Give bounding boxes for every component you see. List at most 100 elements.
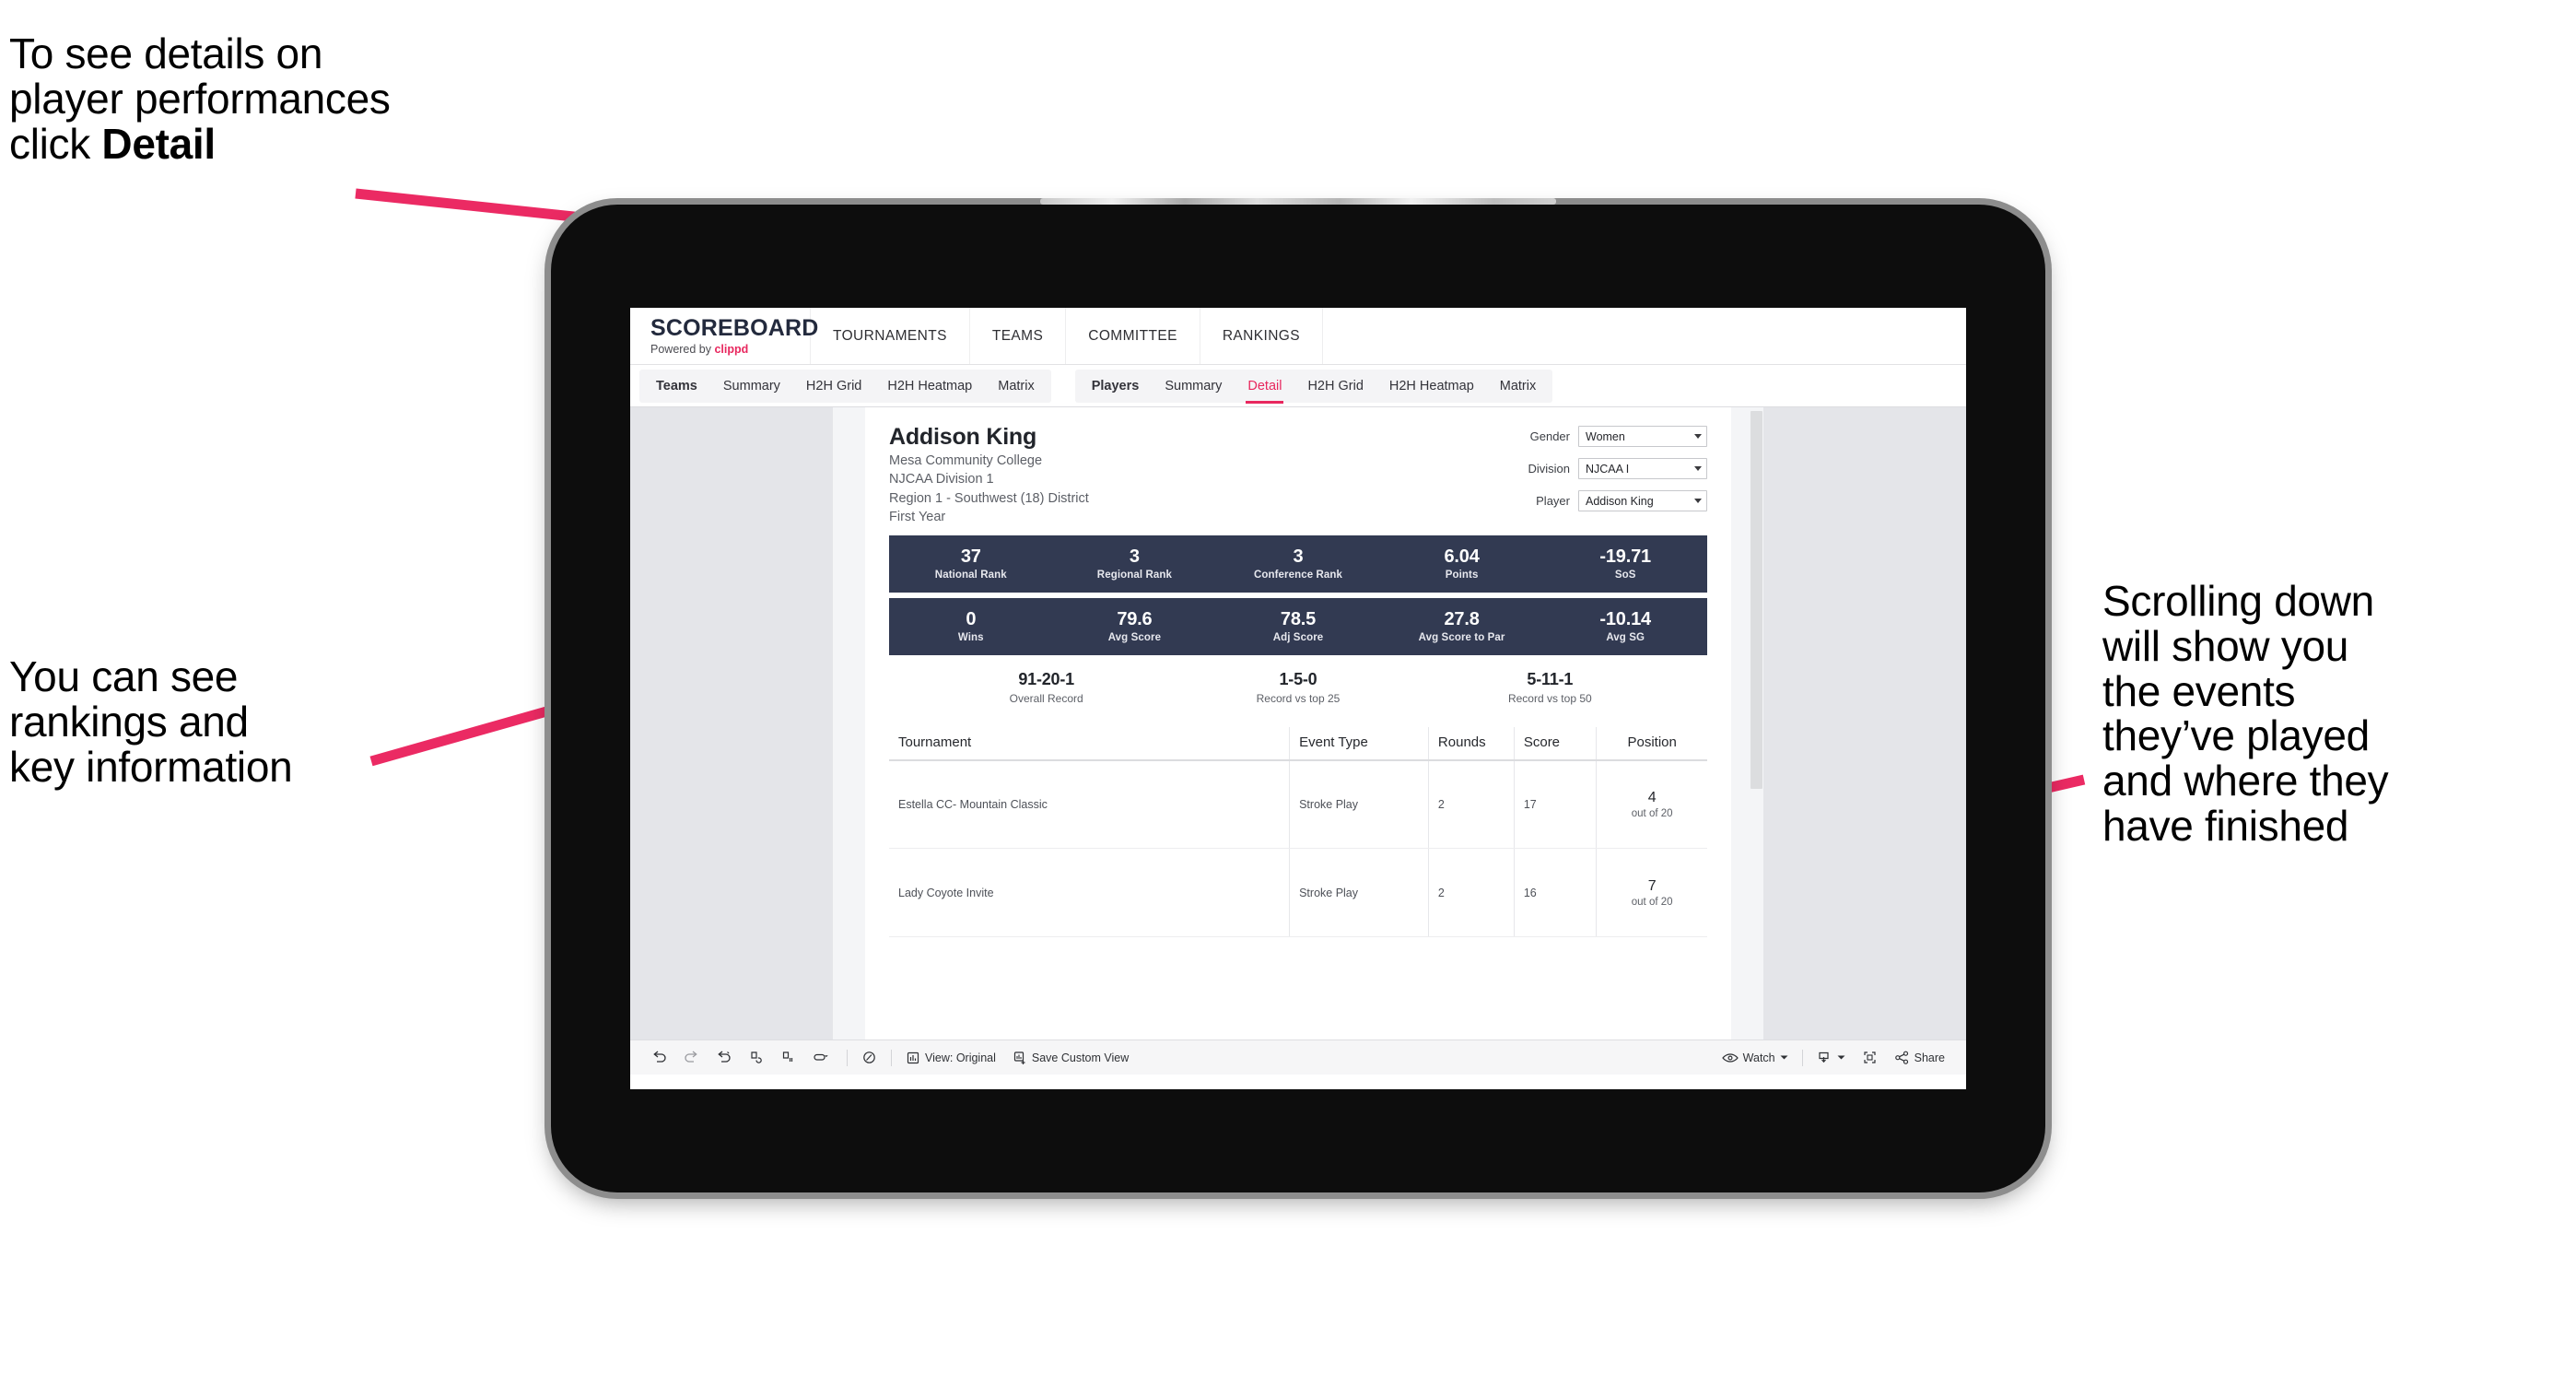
tab-players-matrix[interactable]: Matrix — [1487, 370, 1549, 403]
player-school: Mesa Community College — [889, 452, 1043, 468]
revert-button[interactable] — [708, 1046, 740, 1070]
stat-avg-score-label: Avg Score — [1107, 632, 1162, 644]
tab-teams-h2h-heatmap-label: H2H Heatmap — [887, 378, 973, 393]
col-header-tournament[interactable]: Tournament — [889, 726, 1291, 761]
redo-button[interactable] — [675, 1046, 708, 1070]
tab-teams[interactable]: Teams — [643, 370, 710, 403]
highlight-icon — [861, 1050, 877, 1065]
cell-rounds: 2 — [1428, 848, 1515, 938]
brand-subtitle: Powered by clippd — [650, 344, 810, 356]
col-header-position[interactable]: Position — [1596, 726, 1707, 761]
view-original-icon — [906, 1051, 920, 1065]
stat-sos: -19.71 SoS — [1543, 546, 1707, 581]
tab-teams-h2h-grid[interactable]: H2H Grid — [793, 370, 874, 403]
record-vs-top-50: 5-11-1 Record vs top 50 — [1424, 670, 1676, 705]
toolbar-divider — [847, 1049, 848, 1066]
filter-gender-select[interactable]: Women — [1578, 426, 1707, 447]
cell-position: 4 out of 20 — [1596, 759, 1707, 850]
stat-conference-rank-value: 3 — [1293, 546, 1304, 568]
table-row[interactable]: Estella CC- Mountain Classic Stroke Play… — [889, 759, 1707, 850]
cell-tournament: Estella CC- Mountain Classic — [889, 759, 1291, 850]
tab-teams-label: Teams — [656, 378, 697, 393]
filter-player-select[interactable]: Addison King — [1578, 490, 1707, 511]
col-header-event-type[interactable]: Event Type — [1289, 726, 1429, 761]
screenshot-root: To see details on player performances cl… — [0, 0, 2576, 1386]
topnav-rankings[interactable]: RANKINGS — [1200, 308, 1323, 364]
watch-button[interactable]: Watch — [1714, 1046, 1797, 1070]
record-overall: 91-20-1 Overall Record — [920, 670, 1172, 705]
filter-division-select[interactable]: NJCAA I — [1578, 458, 1707, 479]
redo-icon — [684, 1050, 699, 1065]
col-header-score[interactable]: Score — [1514, 726, 1598, 761]
tab-players-h2h-grid-label: H2H Grid — [1307, 378, 1364, 393]
brand-logo[interactable]: SCOREBOARD Powered by clippd — [630, 308, 818, 364]
tab-players-detail-label: Detail — [1247, 378, 1282, 393]
view-original-label: View: Original — [925, 1051, 996, 1064]
tab-players-h2h-heatmap[interactable]: H2H Heatmap — [1376, 370, 1487, 403]
tab-players[interactable]: Players — [1079, 370, 1153, 403]
tab-players-h2h-grid[interactable]: H2H Grid — [1294, 370, 1376, 403]
stat-avg-score-to-par-label: Avg Score to Par — [1418, 632, 1505, 644]
tab-teams-summary[interactable]: Summary — [710, 370, 793, 403]
undo-button[interactable] — [643, 1046, 675, 1070]
events-table: Tournament Event Type Rounds Score Posit… — [889, 726, 1707, 938]
record-vs-top-50-value: 5-11-1 — [1527, 669, 1574, 688]
players-tab-group: Players Summary Detail H2H Grid H2H Heat… — [1074, 369, 1553, 404]
record-overall-label: Overall Record — [1009, 691, 1083, 705]
cell-position-value: 4 — [1647, 790, 1657, 806]
card-header: Addison King Mesa Community College NJCA… — [889, 420, 1707, 527]
table-row[interactable]: Lady Coyote Invite Stroke Play 2 16 7 ou… — [889, 848, 1707, 938]
dashboard-sheet: Addison King Mesa Community College NJCA… — [833, 407, 1763, 1040]
filter-division-label: Division — [1528, 462, 1570, 476]
tablet-device-frame: SCOREBOARD Powered by clippd TOURNAMENTS… — [551, 198, 2045, 1192]
highlight-button[interactable] — [853, 1046, 885, 1070]
pause-updates-button[interactable] — [772, 1046, 804, 1070]
player-region: Region 1 - Southwest (18) District — [889, 490, 1089, 506]
col-header-rounds[interactable]: Rounds — [1428, 726, 1515, 761]
brand-powered-text: Powered by — [650, 342, 715, 356]
topnav-rankings-label: RANKINGS — [1222, 327, 1300, 344]
annotation-right: Scrolling down will show you the events … — [2102, 577, 2389, 850]
share-button[interactable]: Share — [1886, 1046, 1953, 1070]
stat-points-label: Points — [1445, 570, 1479, 581]
fullscreen-icon — [1862, 1050, 1878, 1065]
events-table-header-row: Tournament Event Type Rounds Score Posit… — [889, 726, 1707, 761]
stat-avg-sg-label: Avg SG — [1606, 632, 1645, 644]
topnav-tournaments[interactable]: TOURNAMENTS — [811, 308, 970, 364]
stat-sos-label: SoS — [1614, 570, 1636, 581]
tab-teams-matrix[interactable]: Matrix — [985, 370, 1047, 403]
stat-regional-rank-value: 3 — [1129, 546, 1140, 568]
scrollbar-thumb[interactable] — [1751, 411, 1762, 789]
filter-division-value: NJCAA I — [1586, 462, 1630, 476]
cell-score: 17 — [1514, 759, 1598, 850]
tab-players-summary[interactable]: Summary — [1152, 370, 1235, 403]
cell-position: 7 out of 20 — [1596, 848, 1707, 938]
filter-player-label: Player — [1536, 494, 1570, 508]
stat-avg-score-value: 79.6 — [1117, 609, 1153, 630]
tab-teams-h2h-heatmap[interactable]: H2H Heatmap — [874, 370, 985, 403]
view-original-button[interactable]: View: Original — [897, 1046, 1004, 1070]
tab-players-label: Players — [1091, 378, 1140, 393]
visualization-body: Addison King Mesa Community College NJCA… — [630, 407, 1966, 1040]
fullscreen-button[interactable] — [1854, 1046, 1886, 1070]
save-custom-view-button[interactable]: Save Custom View — [1004, 1046, 1137, 1070]
stat-national-rank: 37 National Rank — [889, 546, 1053, 581]
tab-players-detail[interactable]: Detail — [1235, 370, 1294, 404]
records-row: 91-20-1 Overall Record 1-5-0 Record vs t… — [889, 670, 1707, 705]
toolbar-divider — [1801, 1049, 1803, 1066]
reset-button[interactable] — [804, 1046, 841, 1070]
stat-avg-score-to-par: 27.8 Avg Score to Par — [1380, 609, 1544, 643]
filter-row-player: Player Addison King — [1511, 490, 1707, 511]
download-button[interactable] — [1809, 1046, 1854, 1070]
filters-panel: Gender Women Division NJCAA I Player Add… — [1511, 420, 1707, 527]
vertical-scrollbar[interactable] — [1750, 407, 1763, 1040]
cell-position-outof: out of 20 — [1631, 896, 1673, 908]
player-info-block: Addison King Mesa Community College NJCA… — [889, 420, 1089, 527]
stat-avg-sg: -10.14 Avg SG — [1543, 609, 1707, 643]
stat-national-rank-label: National Rank — [934, 570, 1007, 581]
refresh-data-button[interactable] — [740, 1046, 772, 1070]
topnav-committee[interactable]: COMMITTEE — [1066, 308, 1200, 364]
record-vs-top-50-label: Record vs top 50 — [1507, 691, 1592, 705]
topnav-teams[interactable]: TEAMS — [970, 308, 1067, 364]
stat-avg-sg-value: -10.14 — [1599, 609, 1651, 630]
